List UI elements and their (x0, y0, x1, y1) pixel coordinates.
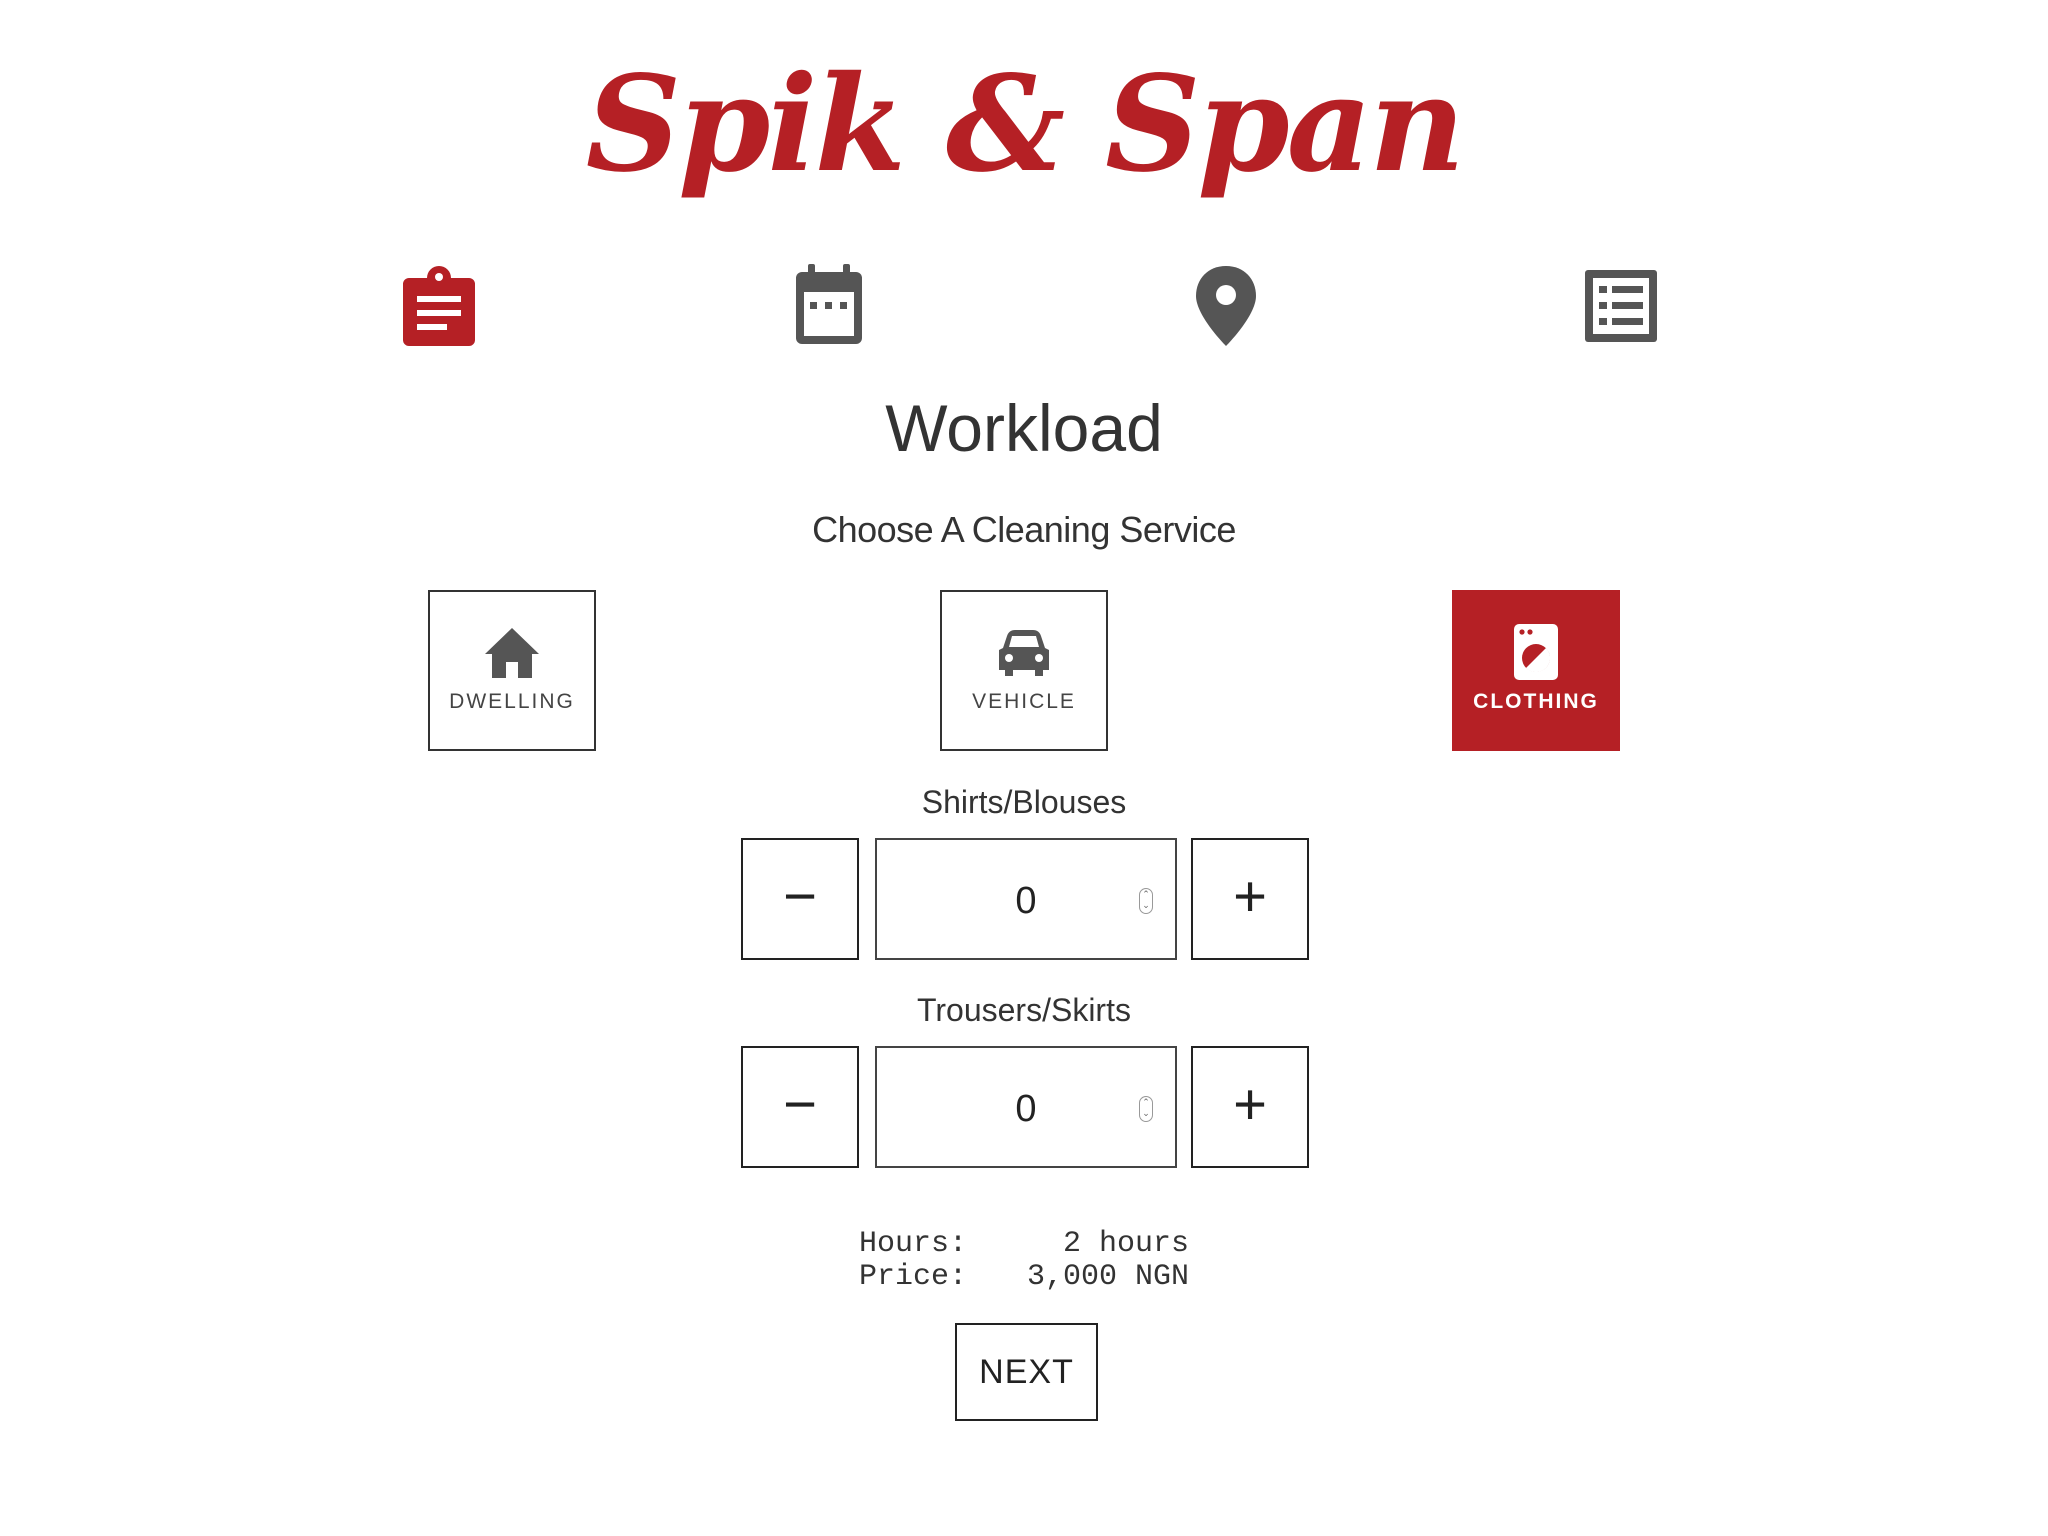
price-label: Price: (859, 1260, 968, 1294)
map-pin-icon[interactable] (1186, 262, 1266, 348)
next-button[interactable]: NEXT (955, 1323, 1098, 1421)
trousers-increment-button[interactable]: + (1191, 1046, 1309, 1168)
service-dwelling-button[interactable]: DWELLING (428, 590, 596, 751)
list-icon[interactable] (1581, 262, 1661, 348)
trousers-quantity-input[interactable]: 0 ⌃ ⌄ (875, 1046, 1177, 1168)
washing-machine-icon (1505, 622, 1567, 682)
shirts-quantity-input[interactable]: 0 ⌃ ⌄ (875, 838, 1177, 960)
brand-logo: Spik & Span (585, 47, 1465, 202)
price-row: Price: 3,000 NGN (859, 1261, 1189, 1294)
hours-value: 2 hours (1062, 1227, 1189, 1261)
shirts-increment-button[interactable]: + (1191, 838, 1309, 960)
service-clothing-label: CLOTHING (1473, 690, 1599, 713)
trousers-quantity-value: 0 (1015, 1088, 1037, 1130)
calendar-icon[interactable] (788, 262, 868, 348)
service-clothing-button[interactable]: CLOTHING (1452, 590, 1620, 751)
service-vehicle-label: VEHICLE (972, 690, 1076, 713)
shirts-blouses-label: Shirts/Blouses (921, 784, 1127, 820)
order-summary: Hours: 2 hours Price: 3,000 NGN (0, 1228, 2048, 1294)
page-title: Workload (885, 391, 1163, 465)
spinner-arrows-icon[interactable]: ⌃ ⌄ (1139, 1096, 1153, 1122)
house-icon (481, 622, 543, 682)
shirts-decrement-button[interactable]: − (741, 838, 859, 960)
spinner-arrows-icon[interactable]: ⌃ ⌄ (1139, 888, 1153, 914)
shirts-quantity-value: 0 (1015, 880, 1037, 922)
page-subtitle: Choose A Cleaning Service (812, 509, 1236, 550)
trousers-decrement-button[interactable]: − (741, 1046, 859, 1168)
hours-row: Hours: 2 hours (859, 1228, 1189, 1261)
car-icon (993, 622, 1055, 682)
hours-label: Hours: (859, 1227, 968, 1261)
service-vehicle-button[interactable]: VEHICLE (940, 590, 1108, 751)
clipboard-icon[interactable] (399, 262, 479, 348)
trousers-skirts-label: Trousers/Skirts (917, 992, 1131, 1028)
service-dwelling-label: DWELLING (449, 690, 575, 713)
price-value: 3,000 NGN (1026, 1260, 1189, 1294)
